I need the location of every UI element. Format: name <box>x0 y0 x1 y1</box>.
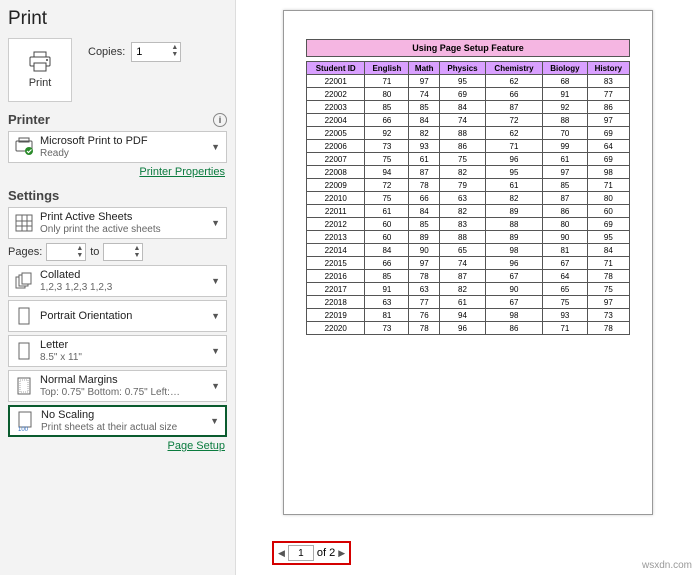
printer-heading: Printer i <box>8 112 227 127</box>
table-row: 22001719795626883 <box>307 75 630 88</box>
table-header: Chemistry <box>485 62 542 75</box>
table-row: 22020737896867178 <box>307 322 630 335</box>
table-row: 22014849065988184 <box>307 244 630 257</box>
preview-table: Student IDEnglishMathPhysicsChemistryBio… <box>306 61 630 335</box>
watermark: wsxdn.com <box>642 560 692 571</box>
table-row: 22003858584879286 <box>307 101 630 114</box>
page-total: of 2 <box>317 547 335 559</box>
page-preview: Using Page Setup Feature Student IDEngli… <box>283 10 653 515</box>
table-row: 22015669774966771 <box>307 257 630 270</box>
current-page-input[interactable] <box>288 545 314 561</box>
collate-select[interactable]: Collated 1,2,3 1,2,3 1,2,3 ▼ <box>8 265 227 297</box>
pages-to-label: to <box>90 246 99 258</box>
table-header: Math <box>409 62 440 75</box>
chevron-down-icon: ▼ <box>211 311 222 321</box>
pages-label: Pages: <box>8 246 42 258</box>
table-header: English <box>365 62 409 75</box>
svg-text:100: 100 <box>18 427 29 432</box>
table-row: 22002807469669177 <box>307 88 630 101</box>
prev-page-button[interactable]: ◀ <box>278 548 285 559</box>
table-row: 22008948782959798 <box>307 166 630 179</box>
copies-row: Copies: ▲▼ <box>88 42 181 62</box>
page-title: Print <box>8 8 227 30</box>
table-row: 22016857887676478 <box>307 270 630 283</box>
paper-select[interactable]: Letter 8.5" x 11" ▼ <box>8 335 227 367</box>
table-row: 22019817694989373 <box>307 309 630 322</box>
print-panel: Print Print Copies: ▲▼ Printer i Microso… <box>0 0 236 575</box>
chevron-down-icon: ▼ <box>210 416 221 426</box>
table-row: 22012608583888069 <box>307 218 630 231</box>
chevron-down-icon: ▼ <box>211 142 222 152</box>
collate-icon <box>13 272 35 290</box>
table-row: 22005928288627069 <box>307 127 630 140</box>
margins-select[interactable]: Normal Margins Top: 0.75" Bottom: 0.75" … <box>8 370 227 402</box>
chevron-down-icon: ▼ <box>211 346 222 356</box>
pages-to[interactable]: ▲▼ <box>103 243 143 261</box>
orientation-select[interactable]: Portrait Orientation ▼ <box>8 300 227 332</box>
copies-label: Copies: <box>88 46 125 58</box>
table-row: 22007756175966169 <box>307 153 630 166</box>
margins-icon <box>13 376 35 396</box>
chevron-down-icon: ▼ <box>211 276 222 286</box>
settings-heading: Settings <box>8 188 227 203</box>
table-row: 22010756663828780 <box>307 192 630 205</box>
table-header: History <box>587 62 629 75</box>
table-row: 22006739386719964 <box>307 140 630 153</box>
printer-properties-link[interactable]: Printer Properties <box>8 166 225 178</box>
scaling-select[interactable]: 100 No Scaling Print sheets at their act… <box>8 405 227 437</box>
printer-select[interactable]: Microsoft Print to PDF Ready ▼ <box>8 131 227 163</box>
copies-field[interactable] <box>132 46 166 58</box>
portrait-icon <box>13 306 35 326</box>
print-what-select[interactable]: Print Active Sheets Only print the activ… <box>8 207 227 239</box>
table-header: Student ID <box>307 62 365 75</box>
printer-small-icon <box>13 137 35 157</box>
table-row: 22009727879618571 <box>307 179 630 192</box>
preview-banner: Using Page Setup Feature <box>306 39 630 57</box>
page-navigator: ◀ of 2 ▶ <box>272 541 351 565</box>
paper-icon <box>13 341 35 361</box>
table-row: 22013608988899095 <box>307 231 630 244</box>
table-row: 22017916382906575 <box>307 283 630 296</box>
sheets-icon <box>13 213 35 233</box>
next-page-button[interactable]: ▶ <box>338 548 345 559</box>
print-button[interactable]: Print <box>8 38 72 102</box>
preview-pane: Using Page Setup Feature Student IDEngli… <box>236 0 700 575</box>
printer-status: Ready <box>40 148 206 160</box>
copies-input[interactable]: ▲▼ <box>131 42 181 62</box>
table-header: Physics <box>440 62 486 75</box>
table-row: 22004668474728897 <box>307 114 630 127</box>
info-icon[interactable]: i <box>213 113 227 127</box>
pages-from[interactable]: ▲▼ <box>46 243 86 261</box>
table-header: Biology <box>543 62 588 75</box>
print-button-label: Print <box>29 77 52 89</box>
pages-row: Pages: ▲▼ to ▲▼ <box>8 243 227 261</box>
scaling-icon: 100 <box>14 410 36 432</box>
chevron-down-icon: ▼ <box>211 218 222 228</box>
spinner-arrows[interactable]: ▲▼ <box>171 44 178 58</box>
chevron-down-icon: ▼ <box>211 381 222 391</box>
table-row: 22018637761677597 <box>307 296 630 309</box>
page-setup-link[interactable]: Page Setup <box>8 440 225 452</box>
printer-icon <box>27 51 53 73</box>
printer-name: Microsoft Print to PDF <box>40 135 206 148</box>
table-row: 22011618482898660 <box>307 205 630 218</box>
